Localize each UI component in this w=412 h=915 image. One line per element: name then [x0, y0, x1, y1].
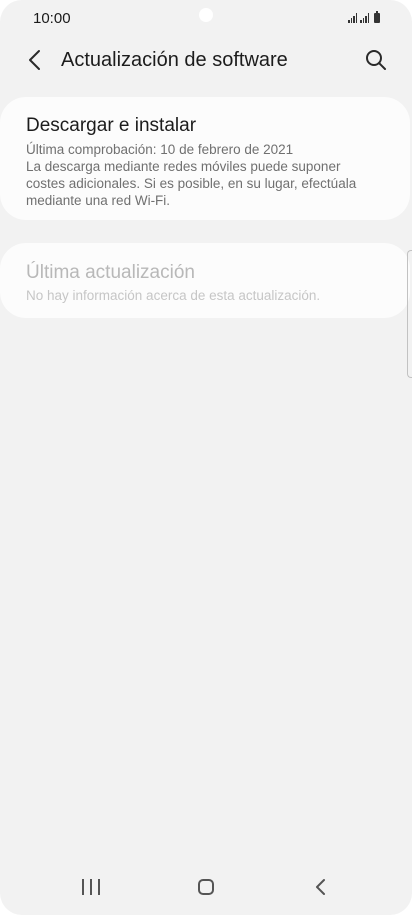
recents-button[interactable] — [82, 879, 100, 895]
status-bar: 10:00 — [0, 0, 412, 36]
back-icon — [316, 879, 325, 895]
last-update-subtitle: No hay información acerca de esta actual… — [26, 288, 321, 303]
last-update-card: Última actualización No hay información … — [0, 243, 410, 318]
camera-cutout — [199, 8, 213, 22]
search-button[interactable] — [362, 46, 390, 74]
download-install-title: Descargar e instalar — [26, 115, 197, 136]
last-check-text: Última comprobación: 10 de febrero de 20… — [26, 142, 294, 157]
scroll-handle[interactable] — [407, 250, 412, 378]
mobile-data-warning-line: La descarga mediante redes móviles puede… — [26, 159, 341, 174]
battery-icon — [374, 11, 380, 23]
status-icons — [348, 11, 380, 23]
signal-icon — [348, 13, 357, 23]
app-bar: Actualización de software — [0, 40, 412, 80]
download-install-card[interactable]: Descargar e instalar Última comprobación… — [0, 97, 410, 220]
page-title: Actualización de software — [61, 49, 288, 71]
nav-back-button[interactable] — [312, 878, 330, 896]
chevron-left-icon — [29, 50, 40, 70]
back-button[interactable] — [22, 46, 50, 74]
home-button[interactable] — [198, 879, 214, 895]
screen: 10:00 Actualización de software Descarga… — [0, 0, 412, 915]
mobile-data-warning-line: mediante una red Wi-Fi. — [26, 193, 171, 208]
status-time: 10:00 — [33, 10, 71, 27]
last-update-title: Última actualización — [26, 262, 195, 283]
search-icon — [366, 50, 386, 70]
signal-icon — [360, 13, 369, 23]
navigation-bar — [0, 860, 412, 915]
mobile-data-warning-line: costes adicionales. Si es posible, en su… — [26, 176, 357, 191]
